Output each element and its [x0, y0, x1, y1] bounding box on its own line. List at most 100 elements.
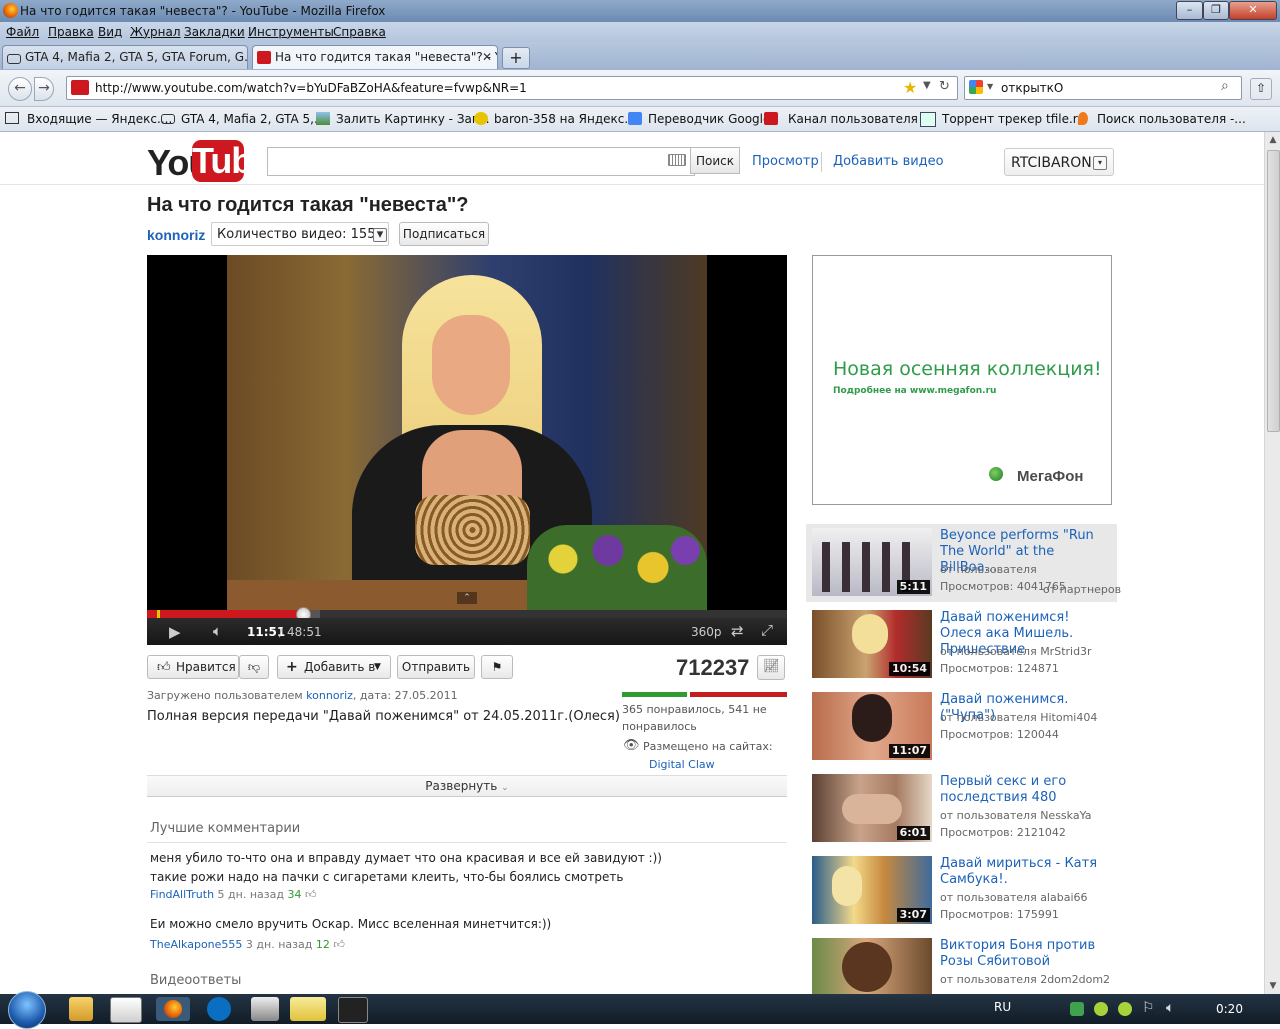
back-button[interactable]: ← — [8, 77, 32, 101]
bookmark-star-icon[interactable]: ★ — [903, 78, 917, 97]
menu-view[interactable]: Вид — [98, 25, 122, 39]
fullscreen-icon[interactable]: ⤢ — [761, 621, 773, 639]
related-video-title[interactable]: Первый секс и его последствия 480 — [940, 774, 1112, 806]
bookmark-gta[interactable]: GTA 4, Mafia 2, GTA 5,... — [181, 112, 325, 126]
related-video[interactable]: 10:54 Давай поженимся! Олеся ака Мишель.… — [806, 606, 1117, 684]
bookmark-tfile[interactable]: Торрент трекер tfile.r... — [942, 112, 1088, 126]
close-tab-icon[interactable]: ✕ — [482, 46, 492, 69]
advertisement-banner[interactable]: Новая осенняя коллекция! Подробнее на ww… — [812, 255, 1112, 505]
comment-author-link[interactable]: FindAllTruth — [150, 888, 214, 901]
channel-link[interactable]: konnoriz — [147, 227, 205, 243]
menu-edit[interactable]: Правка — [48, 25, 94, 39]
subscribe-button[interactable]: Подписаться — [399, 222, 489, 246]
app-n-icon[interactable] — [251, 997, 279, 1021]
bookmark-user-search[interactable]: Поиск пользователя -... — [1097, 112, 1246, 126]
add-to-button[interactable]: + Добавить в ▼ — [277, 655, 391, 679]
menu-help[interactable]: Справка — [333, 25, 386, 39]
console-icon[interactable] — [338, 997, 368, 1023]
video-thumbnail[interactable]: 3:07 — [812, 856, 932, 924]
search-icon[interactable]: ⌕ — [1221, 78, 1229, 94]
tab-gta-forum[interactable]: GTA 4, Mafia 2, GTA 5, GTA Forum, G... — [2, 45, 248, 69]
share-button[interactable]: Отправить — [397, 655, 475, 679]
upload-link[interactable]: Добавить видео — [833, 154, 944, 169]
explorer-icon[interactable] — [69, 997, 93, 1021]
user-menu-button[interactable]: RTCIBARON ▾ — [1004, 148, 1114, 176]
clock[interactable]: 0:20 — [1216, 1002, 1243, 1016]
tray-app-icon[interactable] — [1070, 1002, 1084, 1016]
youtube-search-button[interactable]: Поиск — [690, 147, 740, 174]
related-video-title[interactable]: Давай мириться - Катя Самбука!. — [940, 856, 1112, 888]
bookmark-google-translate[interactable]: Переводчик Google — [648, 112, 770, 126]
forward-button[interactable]: → — [34, 77, 54, 101]
bookmark-inbox[interactable]: Входящие — Яндекс.... — [27, 112, 172, 126]
scroll-up-icon[interactable]: ▲ — [1265, 132, 1280, 148]
language-indicator[interactable]: RU — [994, 1000, 1011, 1014]
app-highlight-icon[interactable] — [290, 997, 326, 1021]
menu-tools[interactable]: Инструменты — [248, 25, 334, 39]
flag-button[interactable]: ⚑ — [481, 655, 513, 679]
reload-icon[interactable]: ↻ — [939, 79, 950, 94]
video-thumbnail[interactable]: 6:01 — [812, 774, 932, 842]
firefox-taskbar-icon[interactable] — [156, 997, 190, 1021]
related-video[interactable]: 5:11 Beyonce performs "Run The World" at… — [806, 524, 1121, 602]
maximize-button[interactable]: ❐ — [1203, 1, 1229, 20]
url-dropdown-icon[interactable]: ▼ — [923, 80, 931, 91]
comment-author-link[interactable]: TheAlkapone555 — [150, 938, 242, 951]
statistics-button[interactable]: 📈︎ — [757, 655, 785, 680]
address-bar[interactable]: http://www.youtube.com/watch?v=bYuDFaBZo… — [66, 76, 958, 100]
expand-controls-icon[interactable]: ⌃ — [457, 592, 477, 604]
thumbs-up-icon[interactable]: 👍︎ — [333, 938, 345, 951]
popout-icon[interactable]: ⇄ — [731, 622, 744, 640]
volume-icon[interactable]: 🔈︎ — [213, 622, 222, 640]
video-frame[interactable]: ⌃ — [227, 255, 707, 610]
related-video-title[interactable]: Виктория Боня против Розы Сябитовой — [940, 938, 1112, 970]
video-thumbnail[interactable]: 10:54 — [812, 610, 932, 678]
web-search-box[interactable]: ▼ открыткО ⌕ — [964, 76, 1242, 100]
expand-description-button[interactable]: Развернуть ⌄ — [147, 775, 787, 797]
new-tab-button[interactable]: + — [502, 47, 530, 69]
video-count-dropdown[interactable]: Количество видео: 155 ▾ — [211, 222, 389, 246]
minimize-button[interactable]: – — [1176, 1, 1203, 20]
embedded-site-link[interactable]: Digital Claw — [649, 758, 715, 771]
scrollbar-thumb[interactable] — [1267, 150, 1280, 432]
menu-file[interactable]: Файл — [6, 25, 39, 39]
bookmark-user-channel[interactable]: Канал пользователя ... — [788, 112, 933, 126]
video-thumbnail[interactable]: 5:11 — [812, 528, 932, 596]
video-thumbnail[interactable] — [812, 938, 932, 994]
thumbs-up-icon[interactable]: 👍︎ — [305, 888, 317, 901]
tray-app-icon[interactable] — [1094, 1002, 1108, 1016]
related-video[interactable]: 6:01 Первый секс и его последствия 480 о… — [806, 770, 1117, 848]
like-button[interactable]: 👍︎ Нравится — [147, 655, 239, 679]
youtube-logo-tube[interactable]: Tube — [192, 140, 272, 182]
tab-youtube[interactable]: На что годится такая "невеста"? - Y... ✕ — [252, 45, 498, 69]
menu-bookmarks[interactable]: Закладки — [184, 25, 245, 39]
google-icon[interactable] — [969, 80, 983, 94]
scroll-down-icon[interactable]: ▼ — [1265, 978, 1280, 994]
close-window-button[interactable]: ✕ — [1229, 1, 1277, 20]
progress-bar[interactable] — [147, 607, 787, 622]
browse-link[interactable]: Просмотр — [752, 154, 819, 169]
youtube-search-input[interactable] — [267, 147, 695, 176]
start-button[interactable] — [8, 991, 46, 1029]
uploader-link[interactable]: konnoriz — [306, 689, 353, 702]
skype-icon[interactable] — [207, 997, 231, 1021]
media-player-icon[interactable] — [110, 997, 142, 1023]
toolbar-extension-button[interactable]: ⇧ — [1250, 78, 1272, 100]
related-video[interactable]: Виктория Боня против Розы Сябитовой от п… — [806, 934, 1117, 994]
page-scrollbar[interactable]: ▲ ▼ — [1264, 132, 1280, 994]
bookmark-baron[interactable]: baron-358 на Яндекс.... — [494, 112, 640, 126]
video-thumbnail[interactable]: 11:07 — [812, 692, 932, 760]
dislike-button[interactable]: 👎︎ — [239, 655, 269, 679]
play-icon[interactable]: ▶ — [169, 623, 181, 641]
network-icon[interactable]: ⚐ — [1142, 1000, 1155, 1016]
related-video[interactable]: 11:07 Давай поженимся. ("Чупа") от польз… — [806, 688, 1117, 766]
volume-tray-icon[interactable]: 🔈︎ — [1166, 1000, 1174, 1016]
quality-button[interactable]: 360p — [691, 625, 722, 639]
video-player[interactable]: ⌃ ▶ 🔈︎ 11:51 / 48:51 360p ⇄ ⤢ — [147, 255, 787, 645]
related-video[interactable]: 3:07 Давай мириться - Катя Самбука!. от … — [806, 852, 1117, 930]
tray-app-icon[interactable] — [1118, 1002, 1132, 1016]
engine-dropdown-icon[interactable]: ▼ — [987, 82, 993, 91]
keyboard-icon[interactable] — [668, 154, 686, 166]
bookmark-upload-picture[interactable]: Залить Картинку - Заг... — [336, 112, 490, 126]
menu-history[interactable]: Журнал — [130, 25, 181, 39]
